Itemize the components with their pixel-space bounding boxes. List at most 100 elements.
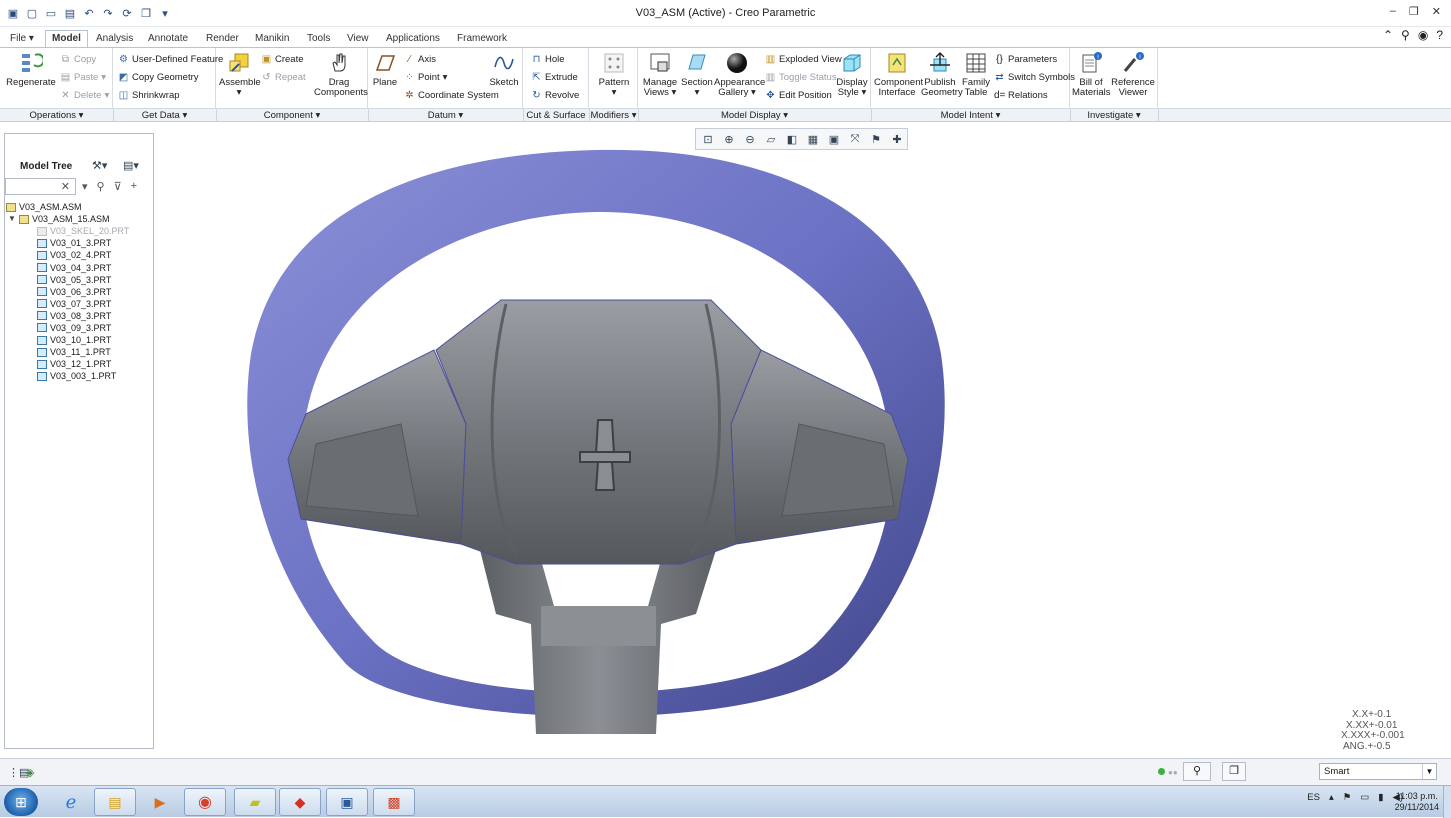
repaint-icon[interactable]: ▱: [762, 130, 780, 148]
clock[interactable]: 11:03 p.m. 29/11/2014: [1395, 791, 1439, 813]
taskbar-ie[interactable]: ℯ: [50, 788, 92, 816]
udf-button[interactable]: ⚙ User-Defined Feature: [118, 54, 223, 65]
group-label-investigate[interactable]: Investigate ▾: [1070, 110, 1158, 121]
clear-search-icon[interactable]: ✕: [61, 180, 70, 193]
file-menu[interactable]: File ▾: [4, 31, 40, 47]
annotation-display-icon[interactable]: ⚑: [867, 130, 885, 148]
tree-item[interactable]: V03_02_4.PRT: [6, 249, 152, 261]
tree-item[interactable]: V03_ASM.ASM: [6, 201, 152, 213]
manage-views-button[interactable]: Manage Views ▾: [642, 51, 678, 98]
sketch-button[interactable]: Sketch: [488, 51, 520, 88]
taskbar-explorer[interactable]: ▤: [94, 788, 136, 816]
network-display-icon[interactable]: ▭: [1360, 792, 1369, 803]
publish-geometry-button[interactable]: Publish Geometry: [921, 51, 963, 98]
tree-item[interactable]: V03_08_3.PRT: [6, 310, 152, 322]
tree-item[interactable]: ▼ V03_ASM_15.ASM: [6, 213, 152, 225]
axis-button[interactable]: ∕ Axis: [404, 54, 436, 65]
taskbar-creo[interactable]: ▣: [326, 788, 368, 816]
group-label-model-display[interactable]: Model Display ▾: [638, 110, 871, 121]
view-manager-icon[interactable]: ▣: [825, 130, 843, 148]
switch-symbols-button[interactable]: ⇄ Switch Symbols: [994, 72, 1075, 83]
revolve-button[interactable]: ↻ Revolve: [531, 90, 579, 101]
tab-applications[interactable]: Applications: [380, 31, 446, 47]
tab-framework[interactable]: Framework: [451, 31, 513, 47]
delete-button[interactable]: ✕ Delete ▾: [60, 90, 109, 101]
tab-manikin[interactable]: Manikin: [249, 31, 295, 47]
close-icon[interactable]: ✕: [1432, 5, 1441, 18]
selection-filter[interactable]: Smart ▼: [1319, 763, 1437, 780]
tree-item[interactable]: V03_10_1.PRT: [6, 334, 152, 346]
flag-icon[interactable]: ⚑: [1343, 792, 1352, 803]
find-icon[interactable]: ⚲: [1183, 762, 1211, 781]
paste-button[interactable]: ▤ Paste ▾: [60, 72, 106, 83]
tab-render[interactable]: Render: [200, 31, 245, 47]
taskbar-notes[interactable]: ▰: [234, 788, 276, 816]
minimize-icon[interactable]: –: [1390, 5, 1396, 18]
tree-columns-icon[interactable]: ▤▾: [123, 159, 139, 172]
regenerate-button[interactable]: Regenerate: [6, 51, 56, 88]
graphics-window[interactable]: [156, 124, 1451, 756]
saved-views-icon[interactable]: ▦: [804, 130, 822, 148]
show-desktop-button[interactable]: [1443, 786, 1451, 818]
tree-item[interactable]: V03_04_3.PRT: [6, 261, 152, 273]
group-label-modifiers[interactable]: Modifiers ▾: [589, 110, 638, 121]
settings-icon[interactable]: ◉: [1418, 28, 1428, 42]
shrinkwrap-button[interactable]: ◫ Shrinkwrap: [118, 90, 180, 101]
edit-position-button[interactable]: ✥ Edit Position: [765, 90, 832, 101]
create-button[interactable]: ▣ Create: [261, 54, 304, 65]
browser-toggle-icon[interactable]: ◈: [26, 766, 34, 779]
selection-buffer-icon[interactable]: ❐: [1222, 762, 1246, 781]
section-button[interactable]: Section ▾: [680, 51, 714, 98]
group-label-datum[interactable]: Datum ▾: [368, 110, 523, 121]
extrude-button[interactable]: ⇱ Extrude: [531, 72, 577, 83]
zoom-in-icon[interactable]: ⊕: [720, 130, 738, 148]
taskbar-app[interactable]: ◆: [279, 788, 321, 816]
plane-button[interactable]: Plane: [371, 51, 399, 88]
tree-item[interactable]: V03_12_1.PRT: [6, 358, 152, 370]
tree-item[interactable]: V03_06_3.PRT: [6, 286, 152, 298]
tab-model[interactable]: Model: [45, 30, 88, 48]
taskbar-presentation[interactable]: ▩: [373, 788, 415, 816]
filter-icon[interactable]: ⊽: [114, 180, 122, 193]
copy-geometry-button[interactable]: ◩ Copy Geometry: [118, 72, 199, 83]
add-column-icon[interactable]: +: [131, 180, 137, 193]
language-indicator[interactable]: ES: [1307, 792, 1320, 803]
help-icon[interactable]: ?: [1436, 28, 1443, 42]
zoom-out-icon[interactable]: ⊖: [741, 130, 759, 148]
parameters-button[interactable]: {} Parameters: [994, 54, 1057, 65]
pattern-button[interactable]: Pattern ▾: [593, 51, 635, 98]
point-button[interactable]: ⁘ Point ▾: [404, 72, 447, 83]
group-label-get-data[interactable]: Get Data ▾: [113, 110, 216, 121]
hole-button[interactable]: ⊓ Hole: [531, 54, 565, 65]
group-label-operations[interactable]: Operations ▾: [0, 110, 113, 121]
tab-tools[interactable]: Tools: [301, 31, 336, 47]
display-style-small-icon[interactable]: ◧: [783, 130, 801, 148]
tree-item[interactable]: V03_003_1.PRT: [6, 370, 152, 382]
tree-item[interactable]: V03_SKEL_20.PRT: [6, 225, 152, 237]
family-table-button[interactable]: Family Table: [961, 51, 991, 98]
refit-icon[interactable]: ⊡: [699, 130, 717, 148]
taskbar-chrome[interactable]: ◉: [184, 788, 226, 816]
toggle-status-button[interactable]: ▥ Toggle Status: [765, 72, 837, 83]
relations-button[interactable]: d= Relations: [994, 90, 1048, 101]
component-interface-button[interactable]: Component Interface: [874, 51, 923, 98]
search-icon[interactable]: ⚲: [1401, 28, 1410, 42]
copy-button[interactable]: ⧉ Copy: [60, 54, 96, 65]
search-dropdown-icon[interactable]: ▾: [82, 180, 88, 193]
tree-item[interactable]: V03_09_3.PRT: [6, 322, 152, 334]
tree-settings-icon[interactable]: ⚒▾: [92, 159, 107, 172]
tree-item[interactable]: V03_01_3.PRT: [6, 237, 152, 249]
drag-components-button[interactable]: Drag Components: [314, 51, 368, 98]
exploded-view-button[interactable]: ▥ Exploded View: [765, 54, 842, 65]
bill-of-materials-button[interactable]: i Bill of Materials: [1072, 51, 1111, 98]
maximize-icon[interactable]: ❐: [1409, 5, 1419, 18]
assemble-button[interactable]: Assemble ▾: [219, 51, 261, 98]
display-style-button[interactable]: Display Style ▾: [836, 51, 868, 98]
coordinate-system-button[interactable]: ✲ Coordinate System: [404, 90, 499, 101]
reference-viewer-button[interactable]: i Reference Viewer: [1110, 51, 1156, 98]
signal-icon[interactable]: ▮: [1378, 792, 1383, 803]
tab-annotate[interactable]: Annotate: [142, 31, 194, 47]
tab-view[interactable]: View: [341, 31, 375, 47]
tree-item[interactable]: V03_05_3.PRT: [6, 274, 152, 286]
group-label-component[interactable]: Component ▾: [216, 110, 368, 121]
